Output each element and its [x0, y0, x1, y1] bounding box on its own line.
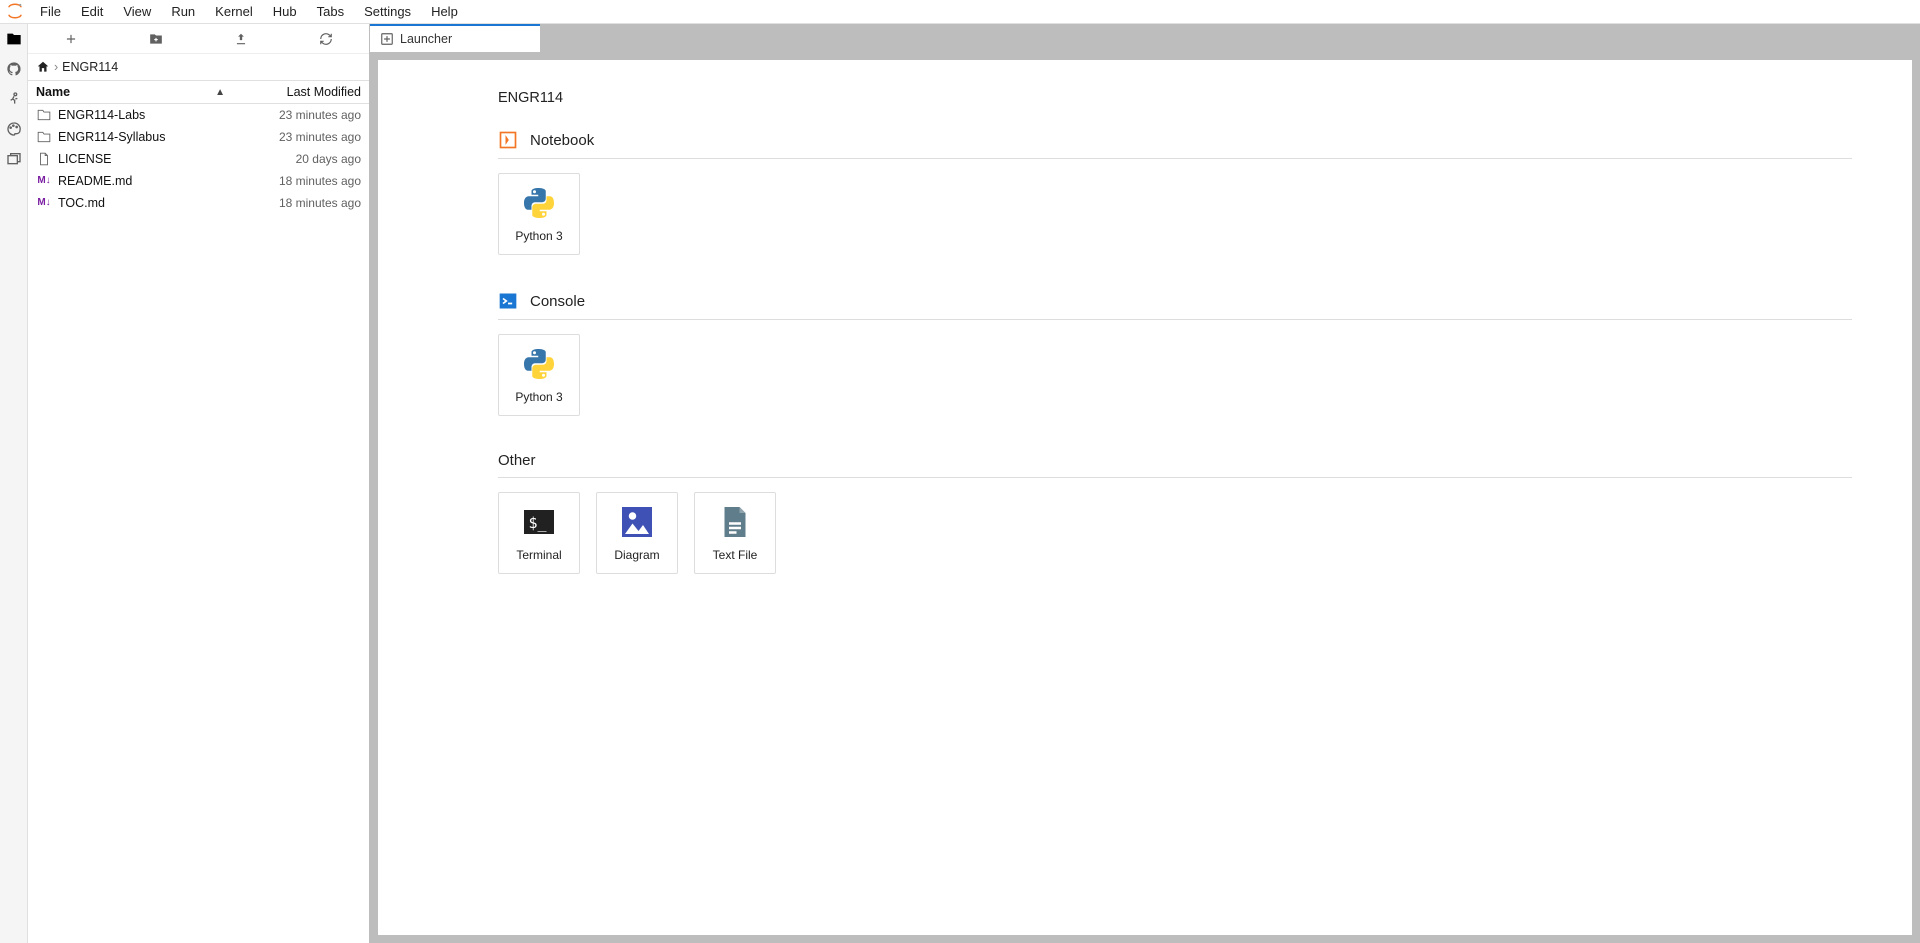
launcher-section-other: Other $_ Terminal Diagram Text File: [498, 452, 1852, 574]
python-icon: [521, 346, 557, 382]
card-label: Python 3: [515, 390, 562, 404]
launcher-path: ENGR114: [498, 90, 1852, 106]
sort-indicator-icon: ▲: [215, 87, 225, 98]
launcher-tab-icon: [380, 32, 394, 46]
card-label: Python 3: [515, 229, 562, 243]
launcher-card-terminal[interactable]: $_ Terminal: [498, 492, 580, 574]
activity-folder-icon[interactable]: [0, 24, 28, 54]
file-header-name[interactable]: Name: [36, 85, 215, 99]
file-row[interactable]: ENGR114-Syllabus23 minutes ago: [28, 126, 369, 148]
upload-button[interactable]: [199, 24, 284, 54]
md-icon: M↓: [36, 198, 52, 208]
menu-edit[interactable]: Edit: [71, 4, 113, 19]
breadcrumb-home[interactable]: [36, 60, 50, 74]
file-modified: 20 days ago: [241, 152, 361, 166]
file-modified: 23 minutes ago: [241, 130, 361, 144]
file-name: TOC.md: [58, 196, 241, 210]
new-folder-button[interactable]: [113, 24, 198, 54]
card-row: Python 3: [498, 320, 1852, 416]
launcher-card-python 3[interactable]: Python 3: [498, 173, 580, 255]
file-name: ENGR114-Labs: [58, 108, 241, 122]
card-label: Diagram: [614, 548, 659, 562]
menu-hub[interactable]: Hub: [263, 4, 307, 19]
menu-kernel[interactable]: Kernel: [205, 4, 263, 19]
file-toolbar: [28, 24, 369, 54]
file-row[interactable]: ENGR114-Labs23 minutes ago: [28, 104, 369, 126]
main-content: Launcher ENGR114 NotebookPython 3Console…: [370, 24, 1920, 943]
notebook-icon: [498, 130, 518, 150]
launcher-section-console: Console Python 3: [498, 291, 1852, 416]
breadcrumb-separator: ›: [54, 60, 58, 74]
menu-help[interactable]: Help: [421, 4, 468, 19]
activity-running-icon[interactable]: [0, 84, 28, 114]
md-icon: M↓: [36, 176, 52, 186]
launcher-card-diagram[interactable]: Diagram: [596, 492, 678, 574]
file-name: ENGR114-Syllabus: [58, 130, 241, 144]
file-name: LICENSE: [58, 152, 241, 166]
card-label: Text File: [713, 548, 758, 562]
file-list: ENGR114-Labs23 minutes agoENGR114-Syllab…: [28, 104, 369, 943]
launcher-panel: ENGR114 Notebook Python 3 Console Python 3 O…: [378, 60, 1912, 935]
file-row[interactable]: M↓ TOC.md18 minutes ago: [28, 192, 369, 214]
terminal-icon: $_: [521, 504, 557, 540]
jupyter-logo-icon: [6, 2, 26, 22]
folder-icon: [36, 130, 52, 144]
menu-settings[interactable]: Settings: [354, 4, 421, 19]
launcher-card-text file[interactable]: Text File: [694, 492, 776, 574]
tab-bar: Launcher: [370, 24, 1920, 52]
section-title: Other: [498, 452, 536, 469]
file-header-modified[interactable]: Last Modified: [231, 85, 361, 99]
file-list-header[interactable]: Name ▲ Last Modified: [28, 80, 369, 104]
file-browser: › ENGR114 Name ▲ Last Modified ENGR114-L…: [28, 24, 370, 943]
launcher-section-notebook: Notebook Python 3: [498, 130, 1852, 255]
folder-icon: [36, 108, 52, 122]
launcher-card-python 3[interactable]: Python 3: [498, 334, 580, 416]
menu-view[interactable]: View: [113, 4, 161, 19]
activity-bar: [0, 24, 28, 943]
section-header: Other: [498, 452, 1852, 478]
section-header: Console: [498, 291, 1852, 320]
refresh-button[interactable]: [284, 24, 369, 54]
file-modified: 18 minutes ago: [241, 174, 361, 188]
breadcrumb: › ENGR114: [28, 54, 369, 80]
activity-tabs-icon[interactable]: [0, 144, 28, 174]
file-row[interactable]: M↓ README.md18 minutes ago: [28, 170, 369, 192]
card-label: Terminal: [516, 548, 561, 562]
textfile-icon: [717, 504, 753, 540]
file-row[interactable]: LICENSE20 days ago: [28, 148, 369, 170]
menu-tabs[interactable]: Tabs: [307, 4, 354, 19]
file-modified: 18 minutes ago: [241, 196, 361, 210]
diagram-icon: [619, 504, 655, 540]
card-row: Python 3: [498, 159, 1852, 255]
tab-launcher[interactable]: Launcher: [370, 24, 540, 52]
python-icon: [521, 185, 557, 221]
file-modified: 23 minutes ago: [241, 108, 361, 122]
menu-run[interactable]: Run: [161, 4, 205, 19]
breadcrumb-folder[interactable]: ENGR114: [62, 60, 118, 74]
menu-file[interactable]: File: [30, 4, 71, 19]
top-menu-bar: FileEditViewRunKernelHubTabsSettingsHelp: [0, 0, 1920, 24]
card-row: $_ Terminal Diagram Text File: [498, 478, 1852, 574]
new-launcher-button[interactable]: [28, 24, 113, 54]
section-header: Notebook: [498, 130, 1852, 159]
svg-text:$_: $_: [529, 514, 548, 532]
file-name: README.md: [58, 174, 241, 188]
activity-palette-icon[interactable]: [0, 114, 28, 144]
console-icon: [498, 291, 518, 311]
section-title: Console: [530, 293, 585, 310]
tab-label: Launcher: [400, 32, 452, 46]
section-title: Notebook: [530, 132, 594, 149]
activity-github-icon[interactable]: [0, 54, 28, 84]
file-icon: [36, 152, 52, 166]
